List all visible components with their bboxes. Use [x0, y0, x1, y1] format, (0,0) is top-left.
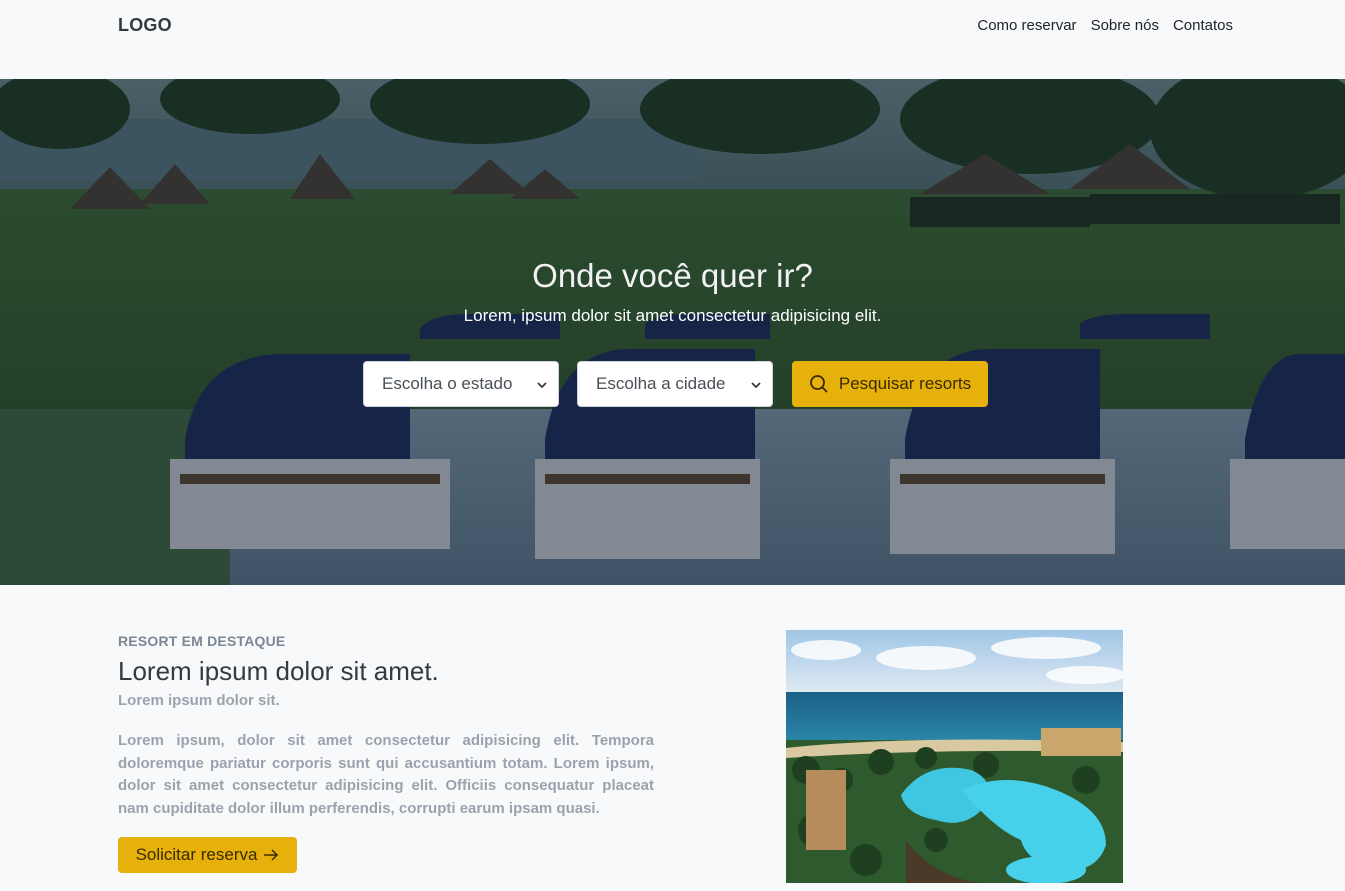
- featured-eyebrow: RESORT EM DESTAQUE: [118, 633, 286, 649]
- arrow-right-icon: [264, 849, 279, 861]
- chevron-down-icon: [751, 382, 761, 389]
- search-icon: [809, 375, 828, 393]
- hero-section: Onde você quer ir? Lorem, ipsum dolor si…: [0, 79, 1345, 585]
- chevron-down-icon: [537, 382, 547, 389]
- city-select[interactable]: Escolha a cidade: [577, 361, 773, 407]
- resort-aerial-illustration: [786, 630, 1123, 883]
- nav-link-contatos[interactable]: Contatos: [1173, 17, 1233, 34]
- nav-links: Como reservar Sobre nós Contatos: [977, 17, 1233, 34]
- hero-subtitle: Lorem, ipsum dolor sit amet consectetur …: [463, 306, 882, 325]
- city-select-label: Escolha a cidade: [596, 374, 726, 393]
- logo[interactable]: LOGO: [118, 15, 172, 36]
- state-select[interactable]: Escolha o estado: [363, 361, 559, 407]
- featured-subtitle: Lorem ipsum dolor sit.: [118, 692, 280, 709]
- featured-title: Lorem ipsum dolor sit amet.: [118, 656, 439, 686]
- reserve-button-label: Solicitar reserva: [135, 845, 258, 864]
- hero-title: Onde você quer ir?: [532, 257, 813, 294]
- request-reservation-button[interactable]: Solicitar reserva: [118, 837, 297, 873]
- search-resorts-button[interactable]: Pesquisar resorts: [792, 361, 988, 407]
- nav-link-como-reservar[interactable]: Como reservar: [977, 17, 1076, 34]
- featured-resort-image: [786, 630, 1123, 883]
- state-select-label: Escolha o estado: [382, 374, 513, 393]
- hero-overlay: [0, 79, 1345, 585]
- nav-link-sobre-nos[interactable]: Sobre nós: [1091, 17, 1159, 34]
- search-button-label: Pesquisar resorts: [838, 374, 972, 393]
- navbar: LOGO Como reservar Sobre nós Contatos: [0, 0, 1345, 79]
- featured-description: Lorem ipsum, dolor sit amet consectetur …: [118, 732, 654, 817]
